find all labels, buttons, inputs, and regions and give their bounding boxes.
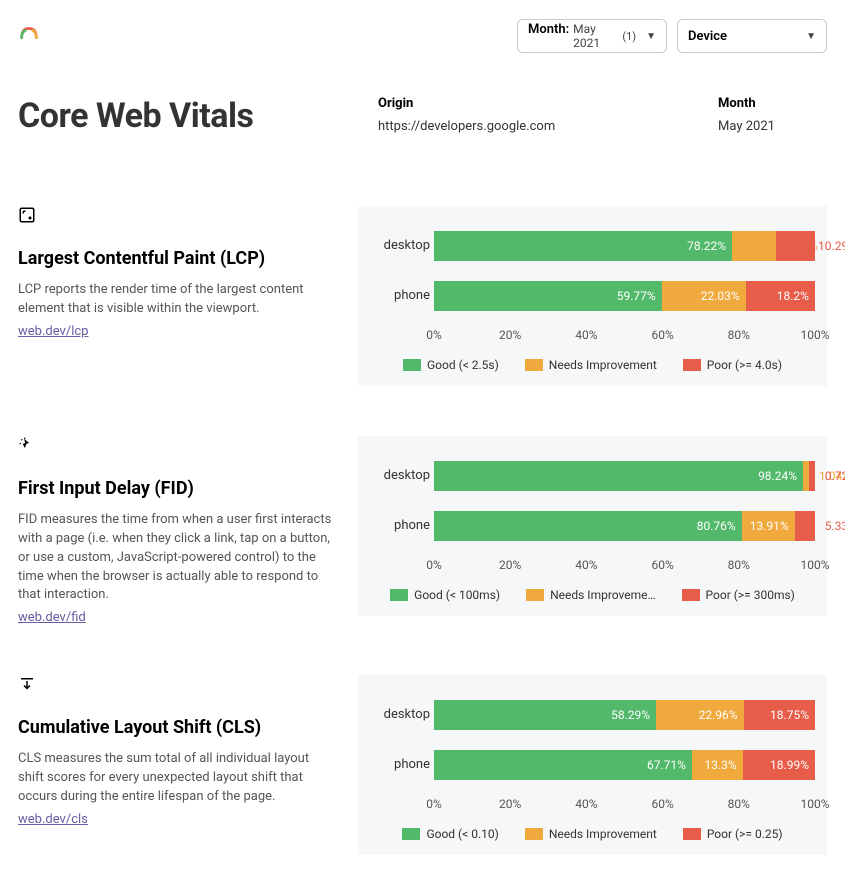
lcp-desktop-ni[interactable]: 11.49% [732, 231, 776, 261]
metric-row-cls: Cumulative Layout Shift (CLS) CLS measur… [18, 675, 827, 855]
fid-legend: Good (< 100ms) Needs Improveme… Poor (>=… [366, 588, 819, 602]
lcp-learn-more-link[interactable]: web.dev/lcp [18, 324, 88, 339]
cls-phone-poor[interactable]: 18.99% [743, 750, 815, 780]
cls-desktop-ni[interactable]: 22.96% [656, 700, 743, 730]
top-controls: Month: May 2021 (1) ▼ Device ▼ [517, 19, 827, 53]
lcp-desktop-poor[interactable]: 10.29% [776, 231, 815, 261]
lcp-chart: desktop 78.22% 11.49% 10.29% phone 59.77… [358, 206, 827, 386]
legend-good[interactable]: Good (< 100ms) [390, 588, 500, 602]
metric-row-fid: First Input Delay (FID) FID measures the… [18, 436, 827, 625]
legend-good[interactable]: Good (< 2.5s) [403, 358, 499, 372]
cls-learn-more-link[interactable]: web.dev/cls [18, 812, 88, 827]
legend-poor[interactable]: Poor (>= 300ms) [682, 588, 795, 602]
bar-row-desktop: desktop 58.29% 22.96% 18.75% [434, 697, 815, 733]
report-header: Core Web Vitals Origin https://developer… [18, 96, 827, 136]
bar-row-phone: phone 59.77% 22.03% 18.2% [434, 278, 815, 314]
fid-phone-poor[interactable]: 5.33% [795, 511, 815, 541]
lcp-legend: Good (< 2.5s) Needs Improvement Poor (>=… [366, 358, 819, 372]
bar-row-desktop: desktop 78.22% 11.49% 10.29% [434, 228, 815, 264]
legend-ni[interactable]: Needs Improvement [525, 827, 657, 841]
month-selector-count: (1) [622, 30, 636, 43]
fid-phone-good[interactable]: 80.76% [434, 511, 742, 541]
cls-title: Cumulative Layout Shift (CLS) [18, 717, 338, 738]
bar-row-desktop: desktop 98.24% 1.04% 0.72% [434, 458, 815, 494]
legend-poor[interactable]: Poor (>= 4.0s) [683, 358, 782, 372]
month-value: May 2021 [718, 119, 827, 134]
cls-desktop-good[interactable]: 58.29% [434, 700, 656, 730]
lcp-phone-good[interactable]: 59.77% [434, 281, 662, 311]
topbar: Month: May 2021 (1) ▼ Device ▼ [18, 16, 827, 56]
device-selector-label: Device [688, 29, 727, 44]
page-title: Core Web Vitals [18, 96, 338, 136]
origin-column: Origin https://developers.google.com [378, 96, 678, 134]
lcp-icon [18, 206, 338, 228]
fid-phone-ni[interactable]: 13.91% [742, 511, 795, 541]
bar-row-phone: phone 67.71% 13.3% 18.99% [434, 747, 815, 783]
chevron-down-icon: ▼ [646, 31, 656, 42]
legend-ni[interactable]: Needs Improvement [525, 358, 657, 372]
origin-label: Origin [378, 96, 678, 111]
month-selector-value: May 2021 [573, 22, 622, 50]
legend-ni[interactable]: Needs Improveme… [526, 588, 655, 602]
lcp-phone-poor[interactable]: 18.2% [746, 281, 815, 311]
fid-description: FID measures the time from when a user f… [18, 511, 338, 605]
cls-phone-ni[interactable]: 13.3% [692, 750, 743, 780]
bar-row-phone: phone 80.76% 13.91% 5.33% [434, 508, 815, 544]
cls-desktop-poor[interactable]: 18.75% [744, 700, 815, 730]
crux-logo-icon [18, 23, 40, 49]
fid-chart: desktop 98.24% 1.04% 0.72% phone 80.76% … [358, 436, 827, 616]
metric-row-lcp: Largest Contentful Paint (LCP) LCP repor… [18, 206, 827, 386]
legend-poor[interactable]: Poor (>= 0.25) [683, 827, 783, 841]
device-selector[interactable]: Device ▼ [677, 19, 827, 53]
legend-good[interactable]: Good (< 0.10) [402, 827, 498, 841]
fid-title: First Input Delay (FID) [18, 478, 338, 499]
x-axis: 0% 20% 40% 60% 80% 100% [434, 558, 815, 580]
lcp-phone-ni[interactable]: 22.03% [662, 281, 746, 311]
origin-value: https://developers.google.com [378, 119, 678, 134]
cls-chart: desktop 58.29% 22.96% 18.75% phone 67.71… [358, 675, 827, 855]
cls-description: CLS measures the sum total of all indivi… [18, 750, 338, 807]
cls-legend: Good (< 0.10) Needs Improvement Poor (>=… [366, 827, 819, 841]
lcp-title: Largest Contentful Paint (LCP) [18, 248, 338, 269]
fid-learn-more-link[interactable]: web.dev/fid [18, 610, 86, 625]
cls-icon [18, 675, 338, 697]
lcp-desktop-good[interactable]: 78.22% [434, 231, 732, 261]
month-column: Month May 2021 [718, 96, 827, 134]
cls-phone-good[interactable]: 67.71% [434, 750, 692, 780]
x-axis: 0% 20% 40% 60% 80% 100% [434, 328, 815, 350]
month-selector-label: Month: [528, 22, 569, 37]
lcp-description: LCP reports the render time of the large… [18, 281, 338, 319]
x-axis: 0% 20% 40% 60% 80% 100% [434, 797, 815, 819]
month-selector[interactable]: Month: May 2021 (1) ▼ [517, 19, 667, 53]
chevron-down-icon: ▼ [806, 31, 816, 42]
fid-icon [18, 436, 338, 458]
fid-desktop-poor[interactable]: 0.72% [809, 461, 815, 491]
month-label: Month [718, 96, 827, 111]
fid-desktop-good[interactable]: 98.24% [434, 461, 803, 491]
